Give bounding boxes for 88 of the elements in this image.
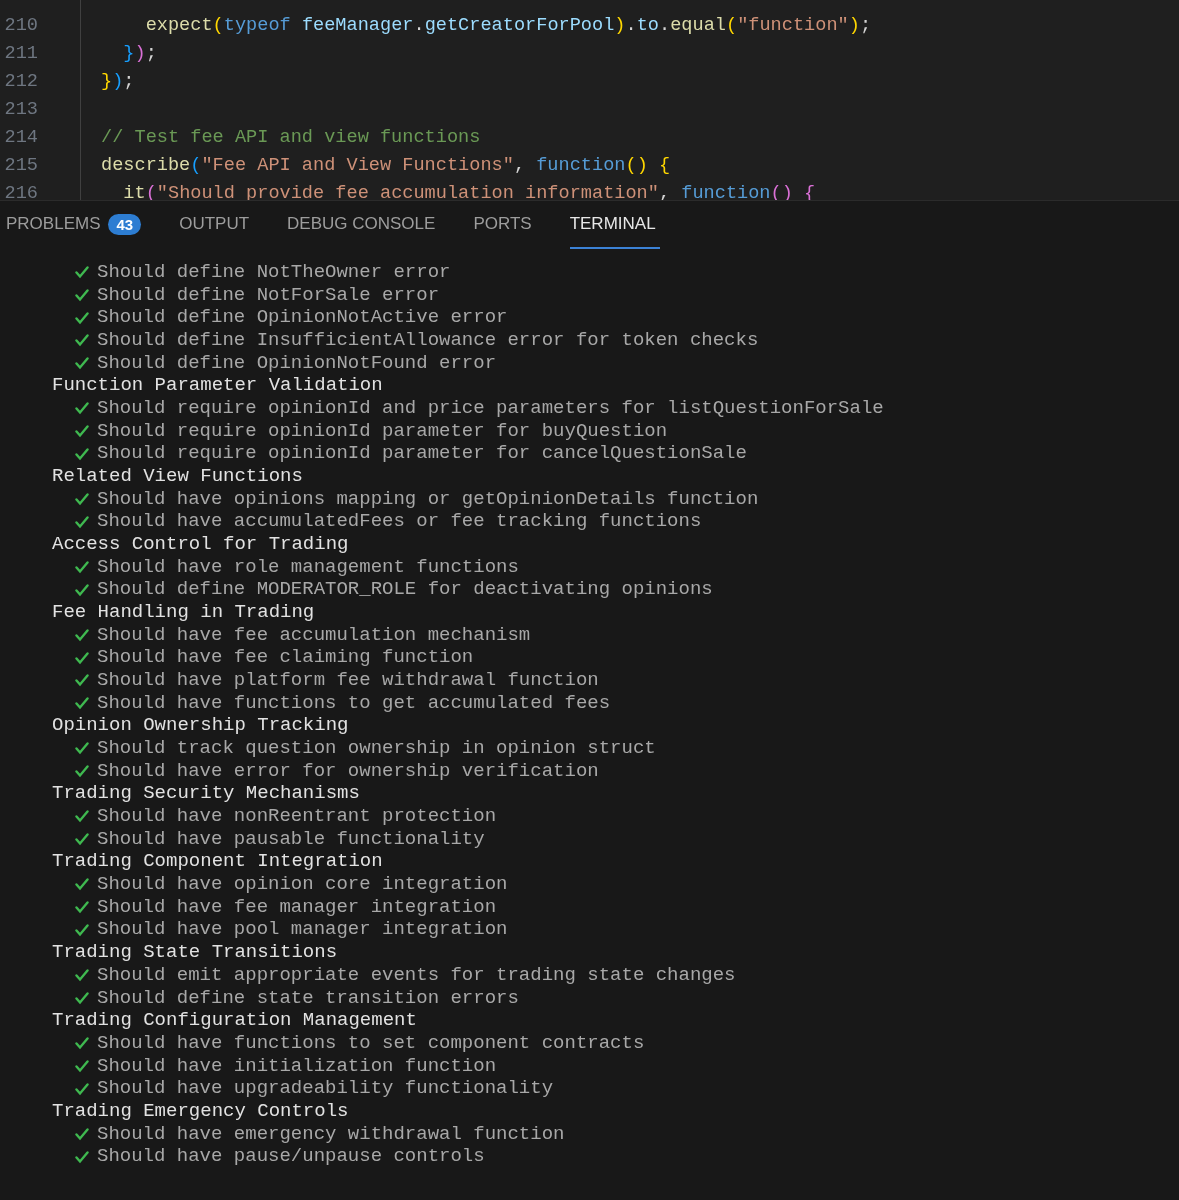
test-result: Should define OpinionNotFound error [97, 351, 497, 375]
test-result: Should have fee claiming function [97, 646, 474, 670]
test-result: Should define MODERATOR_ROLE for deactivating opinions [97, 578, 713, 602]
test-suite-title: Trading Security Mechanisms [52, 782, 361, 806]
test-suite-title: Access Control for Trading [52, 533, 350, 556]
check-icon [75, 650, 89, 665]
check-icon [75, 1149, 89, 1164]
test-result: Should have emergency withdrawal function [97, 1122, 565, 1146]
check-icon [75, 401, 89, 416]
test-result: Should require opinionId and price parameters for listQuestionForSale [97, 397, 884, 420]
check-icon [75, 514, 89, 529]
test-result: Should have fee accumulation mechanism [97, 623, 531, 647]
test-result: Should define NotTheOwner error [97, 261, 451, 284]
check-icon [75, 1081, 89, 1096]
check-icon [75, 832, 89, 847]
test-result: Should require opinionId parameter for buyQuestion [97, 419, 668, 443]
test-suite-title: Function Parameter Validation [52, 374, 384, 398]
line-number: 212 [3, 70, 38, 92]
panel-tab[interactable]: OUTPUT [179, 201, 254, 249]
panel-tab[interactable]: DEBUG CONSOLE [287, 201, 440, 249]
line-number: 213 [3, 98, 38, 120]
test-result: Should have pause/unpause controls [97, 1145, 485, 1168]
line-number: 214 [3, 126, 38, 148]
line-number: 210 [3, 14, 38, 36]
line-number: 216 [3, 182, 38, 200]
check-icon [75, 446, 89, 461]
test-result: Should define InsufficientAllowance error for token checks [97, 329, 759, 352]
check-icon [75, 877, 89, 892]
test-result: Should track question ownership in opinion struct [97, 737, 656, 760]
check-icon [75, 288, 89, 302]
test-result: Should have accumulatedFees or fee tracking functions [97, 510, 702, 534]
check-icon [75, 922, 89, 937]
check-icon [75, 741, 89, 756]
panel-tab[interactable]: PORTS [473, 201, 536, 249]
check-icon [75, 809, 89, 824]
code-line: expect(typeof feeManager.getCreatorForPool).to.equal("function"); [144, 14, 872, 36]
test-result: Should have opinion core integration [97, 873, 508, 896]
check-icon [75, 673, 89, 688]
panel-tab[interactable]: PROBLEMS 43 [6, 201, 146, 249]
test-result: Should have role management functions [97, 555, 519, 579]
check-icon [75, 1036, 89, 1051]
check-icon [75, 265, 89, 280]
test-result: Should define NotForSale error [97, 283, 440, 307]
test-result: Should have error for ownership verification [97, 759, 599, 783]
count-badge: 43 [108, 213, 142, 235]
check-icon [75, 990, 89, 1005]
test-result: Should have nonReentrant protection [97, 805, 497, 828]
check-icon [75, 424, 89, 439]
test-result: Should have platform fee withdrawal function [97, 669, 599, 692]
code-line: describe("Fee API and View Functions", function() { [101, 154, 671, 176]
test-result: Should define OpinionNotActive error [97, 306, 508, 329]
check-icon [75, 1126, 89, 1141]
check-icon [75, 628, 89, 643]
test-suite-title: Trading Component Integration [52, 850, 384, 874]
check-icon [75, 333, 89, 348]
test-suite-title: Trading Emergency Controls [52, 1099, 350, 1123]
check-icon [75, 1058, 89, 1073]
check-icon [75, 696, 89, 711]
test-suite-title: Related View Functions [52, 465, 304, 488]
test-result: Should have opinions mapping or getOpinionDetails function [97, 487, 759, 511]
line-number: 215 [3, 154, 38, 176]
check-icon [75, 356, 89, 370]
check-icon [75, 968, 89, 983]
test-result: Should have fee manager integration [97, 895, 497, 919]
test-result: Should have pausable functionality [97, 827, 485, 851]
panel-tab[interactable]: TERMINAL [569, 201, 660, 249]
check-icon [75, 900, 89, 915]
check-icon [75, 764, 89, 779]
line-number: 211 [3, 42, 38, 64]
test-suite-title: Trading Configuration Management [52, 1009, 418, 1032]
test-suite-title: Opinion Ownership Tracking [52, 714, 350, 738]
code-line: }); [122, 42, 157, 64]
test-suite-title: Fee Handling in Trading [52, 601, 316, 624]
test-result: Should have initialization function [97, 1054, 497, 1078]
test-result: Should define state transition errors [97, 986, 519, 1010]
test-result: Should have functions to set component contracts [97, 1031, 645, 1055]
check-icon [75, 582, 89, 597]
test-result: Should have upgradeability functionality [97, 1077, 554, 1100]
check-icon [75, 492, 89, 507]
test-result: Should emit appropriate events for trading state changes [97, 963, 736, 987]
code-line: }); [101, 70, 135, 92]
check-icon [75, 310, 89, 325]
test-result: Should have pool manager integration [97, 918, 508, 942]
code-line: // Test fee API and view functions [101, 126, 481, 148]
test-result: Should require opinionId parameter for cancelQuestionSale [97, 442, 747, 466]
check-icon [75, 560, 89, 575]
test-suite-title: Trading State Transitions [52, 941, 339, 964]
test-result: Should have functions to get accumulated fees [97, 691, 611, 715]
